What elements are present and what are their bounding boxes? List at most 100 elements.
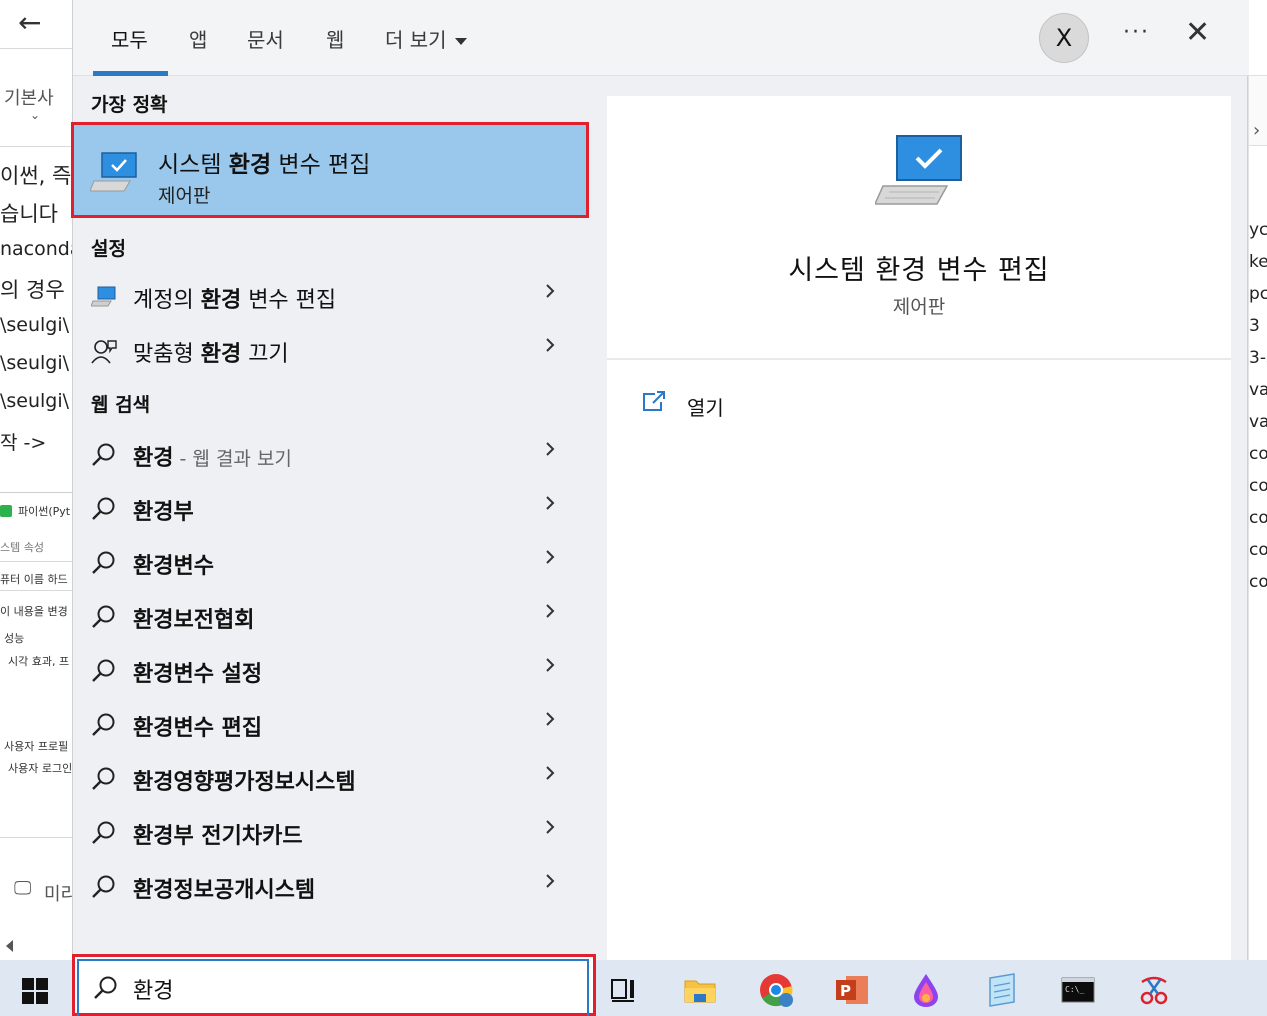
caret-down-icon xyxy=(454,38,467,45)
bg-text: 이썬, 즉 xyxy=(0,164,72,188)
notepad-icon[interactable] xyxy=(984,972,1020,1008)
result-label: 환경부 xyxy=(133,494,194,526)
result-label: 환경영향평가정보시스템 xyxy=(133,764,356,796)
label-match: 환경 xyxy=(133,446,174,471)
web-result-item[interactable]: 환경 - 웹 결과 보기 xyxy=(73,428,591,482)
taskbar: 환경 P C:\_ xyxy=(0,954,1267,1016)
bg-text: 사용자 프로필 xyxy=(4,740,69,753)
settings-item-personalized-off[interactable]: 맞춤형 환경 끄기 xyxy=(73,324,591,378)
start-button[interactable] xyxy=(22,978,48,1008)
web-result-item[interactable]: 환경부 전기차카드 xyxy=(73,806,591,860)
result-label: 환경변수 xyxy=(133,548,214,580)
tab-web[interactable]: 웹 xyxy=(326,24,344,53)
title-prefix: 시스템 xyxy=(158,152,229,178)
bg-text: 작 -> xyxy=(0,432,47,454)
search-tabbar: 모두 앱 문서 웹 더 보기 X ··· ✕ xyxy=(73,0,1249,76)
best-match-result[interactable]: 시스템 환경 변수 편집 제어판 xyxy=(71,122,589,218)
terminal-icon[interactable]: C:\_ xyxy=(1060,972,1096,1008)
label-match: 환경정보공개시스템 xyxy=(133,878,316,903)
snipping-tool-icon[interactable] xyxy=(1136,972,1172,1008)
open-label: 열기 xyxy=(687,396,724,420)
web-result-item[interactable]: 환경정보공개시스템 xyxy=(73,860,591,914)
back-arrow-icon[interactable]: ← xyxy=(18,6,41,39)
bg-text: 기본사 xyxy=(4,88,54,109)
paint-icon[interactable] xyxy=(908,972,944,1008)
bg-text: 파이썬(Pyt xyxy=(18,505,71,518)
title-match: 환경 xyxy=(228,152,272,178)
chrome-icon[interactable] xyxy=(758,972,794,1008)
tab-all[interactable]: 모두 xyxy=(111,24,148,53)
web-result-item[interactable]: 환경변수 편집 xyxy=(73,698,591,752)
app-icon xyxy=(0,505,12,517)
label-hint: - 웹 결과 보기 xyxy=(173,448,292,470)
search-icon xyxy=(92,497,115,520)
taskbar-search-box[interactable]: 환경 xyxy=(72,954,596,1016)
web-result-item[interactable]: 환경변수 설정 xyxy=(73,644,591,698)
label-match: 환경부 xyxy=(133,500,194,525)
background-window-left: ← 기본사 ⌄ 이썬, 즉 습니다 naconda 의 경우 \seulgi\ … xyxy=(0,0,72,960)
chevron-right-icon[interactable]: › xyxy=(1253,120,1260,141)
powerpoint-icon[interactable]: P xyxy=(834,972,870,1008)
result-label: 계정의 환경 변수 편집 xyxy=(133,282,336,314)
detail-pane: 시스템 환경 변수 편집 제어판 열기 xyxy=(607,96,1231,962)
label-match: 환경변수 편집 xyxy=(133,716,263,741)
chevron-right-icon xyxy=(546,284,555,298)
bg-text: \seulgi\ xyxy=(0,314,70,336)
close-button[interactable]: ✕ xyxy=(1185,18,1210,48)
search-icon xyxy=(92,713,115,736)
tab-apps[interactable]: 앱 xyxy=(189,24,207,53)
result-label: 환경변수 설정 xyxy=(133,656,262,688)
divider xyxy=(0,146,72,147)
scroll-left-icon[interactable] xyxy=(6,940,13,952)
bg-text: va xyxy=(1249,412,1267,432)
search-icon xyxy=(94,976,117,999)
chevron-right-icon xyxy=(546,658,555,672)
bg-text: pc xyxy=(1249,284,1267,304)
section-settings: 설정 xyxy=(91,238,126,260)
bg-text: co xyxy=(1249,444,1267,464)
settings-item-account-env[interactable]: 계정의 환경 변수 편집 xyxy=(73,270,591,324)
web-result-item[interactable]: 환경영향평가정보시스템 xyxy=(73,752,591,806)
bg-text: 퓨터 이름 하드 xyxy=(0,573,68,586)
search-icon xyxy=(92,875,115,898)
bg-text: 스템 속성 xyxy=(0,541,44,554)
detail-subtitle: 제어판 xyxy=(892,296,946,318)
tab-more[interactable]: 더 보기 xyxy=(385,24,467,53)
tab-documents[interactable]: 문서 xyxy=(247,24,284,53)
account-avatar[interactable]: X xyxy=(1039,13,1089,63)
results-list: 가장 정확 시스템 환경 변수 편집 제어판 설정 계정의 환경 변수 편집 맞… xyxy=(71,76,591,960)
monitor-icon xyxy=(90,284,117,312)
bg-text: ke xyxy=(1249,252,1267,272)
search-input[interactable]: 환경 xyxy=(133,973,173,1005)
divider xyxy=(0,837,72,838)
monitor-small-icon: 🖵 xyxy=(14,878,32,899)
web-result-item[interactable]: 환경변수 xyxy=(73,536,591,590)
section-web-search: 웹 검색 xyxy=(91,394,151,416)
search-icon xyxy=(92,443,115,466)
file-explorer-icon[interactable] xyxy=(682,972,718,1008)
bg-text: \seulgi\ xyxy=(0,352,70,374)
label-suffix: 변수 편집 xyxy=(241,288,337,313)
label-match: 환경 xyxy=(200,342,242,367)
label-match: 환경영향평가정보시스템 xyxy=(133,770,356,795)
person-chat-icon xyxy=(91,338,117,368)
chevron-right-icon xyxy=(546,338,555,352)
monitor-check-icon xyxy=(89,151,140,199)
web-result-item[interactable]: 환경부 xyxy=(73,482,591,536)
chevron-right-icon xyxy=(546,712,555,726)
web-result-item[interactable]: 환경보전협회 xyxy=(73,590,591,644)
search-icon xyxy=(92,821,115,844)
chevron-right-icon xyxy=(546,442,555,456)
label-match: 환경부 전기차카드 xyxy=(133,824,303,849)
result-label: 환경변수 편집 xyxy=(133,710,262,742)
bg-text: yca xyxy=(1249,220,1267,240)
bg-text: 시각 효과, 프 xyxy=(8,655,70,668)
more-options-button[interactable]: ··· xyxy=(1123,20,1150,45)
result-label: 환경 - 웹 결과 보기 xyxy=(133,440,292,472)
task-view-icon[interactable] xyxy=(608,972,644,1008)
section-best-match: 가장 정확 xyxy=(91,94,168,116)
bg-text: co xyxy=(1249,572,1267,592)
result-label: 환경부 전기차카드 xyxy=(133,818,303,850)
label-match: 환경 xyxy=(200,288,242,313)
title-suffix: 변수 편집 xyxy=(271,152,371,178)
